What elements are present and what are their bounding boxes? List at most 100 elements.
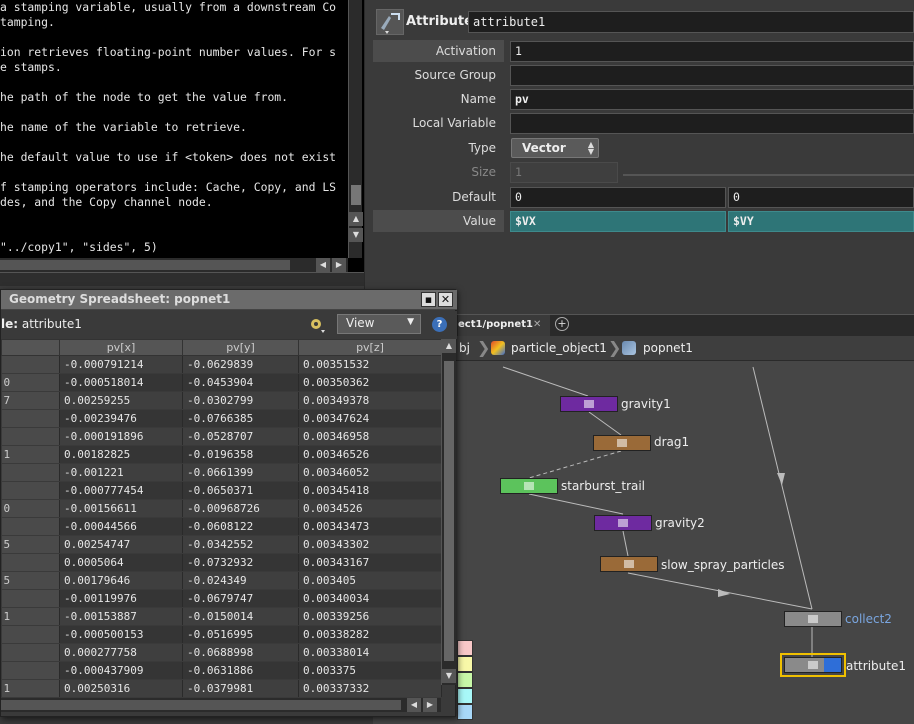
scroll-down-arrow-icon[interactable]: ▼: [442, 669, 456, 683]
row-index-cell[interactable]: [1, 589, 60, 608]
help-icon[interactable]: ?: [432, 317, 447, 332]
scroll-right-arrow-icon[interactable]: ▶: [423, 698, 437, 712]
cell-pv-x[interactable]: -0.000777454: [59, 481, 183, 500]
row-index-cell[interactable]: 5: [1, 535, 60, 554]
table-row[interactable]: -0.000437909 -0.0631886 0.003375: [1, 661, 442, 680]
spreadsheet-scroll-thumb[interactable]: [444, 361, 454, 661]
value-y-field[interactable]: $VY: [728, 211, 914, 232]
local-variable-field[interactable]: [510, 113, 914, 134]
help-horizontal-scrollbar[interactable]: ◀ ▶: [0, 258, 348, 272]
cell-pv-z[interactable]: 0.00349378: [298, 391, 442, 410]
cell-pv-x[interactable]: -0.001221: [59, 463, 183, 482]
cell-pv-z[interactable]: 0.00343167: [298, 553, 442, 572]
cell-pv-z[interactable]: 0.00345418: [298, 481, 442, 500]
view-menu-button[interactable]: View ▼: [337, 314, 421, 334]
cell-pv-z[interactable]: 0.00338014: [298, 643, 442, 662]
cell-pv-z[interactable]: 0.00343473: [298, 517, 442, 536]
cell-pv-z[interactable]: 0.00351532: [298, 355, 442, 374]
type-dropdown[interactable]: Vector ▲ ▼: [511, 138, 599, 158]
row-index-cell[interactable]: [1, 355, 60, 374]
cell-pv-x[interactable]: -0.000191896: [59, 427, 183, 446]
add-tab-icon[interactable]: +: [555, 317, 569, 331]
spreadsheet-horizontal-scrollbar[interactable]: ◀ ▶: [1, 698, 441, 712]
cell-pv-y[interactable]: -0.024349: [182, 571, 299, 590]
column-header[interactable]: pv[y]: [182, 339, 299, 356]
gear-icon[interactable]: [307, 316, 327, 334]
table-row[interactable]: 5 0.00254747 -0.0342552 0.00343302: [1, 535, 442, 554]
cell-pv-x[interactable]: -0.000791214: [59, 355, 183, 374]
table-row[interactable]: -0.001221 -0.0661399 0.00346052: [1, 463, 442, 482]
minimize-icon[interactable]: ▪: [421, 292, 436, 307]
node-gravity1[interactable]: [560, 396, 618, 412]
table-row[interactable]: 1 0.00250316 -0.0379981 0.00337332: [1, 679, 442, 698]
row-index-cell[interactable]: 1: [1, 679, 60, 698]
table-row[interactable]: 0 -0.00156611 -0.00968726 0.0034526: [1, 499, 442, 518]
table-row[interactable]: 0.000277758 -0.0688998 0.00338014: [1, 643, 442, 662]
cell-pv-y[interactable]: -0.0608122: [182, 517, 299, 536]
scroll-right-arrow-icon[interactable]: ▶: [332, 258, 346, 272]
cell-pv-x[interactable]: 0.00182825: [59, 445, 183, 464]
node-label[interactable]: drag1: [654, 435, 689, 449]
row-index-cell[interactable]: 1: [1, 607, 60, 626]
table-row[interactable]: -0.000500153 -0.0516995 0.00338282: [1, 625, 442, 644]
cell-pv-z[interactable]: 0.00346958: [298, 427, 442, 446]
row-index-cell[interactable]: 0: [1, 499, 60, 518]
scroll-left-arrow-icon[interactable]: ◀: [316, 258, 330, 272]
color-swatch[interactable]: [457, 672, 473, 688]
cell-pv-y[interactable]: -0.0766385: [182, 409, 299, 428]
cell-pv-y[interactable]: -0.0732932: [182, 553, 299, 572]
cell-pv-x[interactable]: -0.000500153: [59, 625, 183, 644]
scroll-up-arrow-icon[interactable]: ▲: [349, 212, 363, 226]
cell-pv-y[interactable]: -0.0150014: [182, 607, 299, 626]
cell-pv-y[interactable]: -0.0650371: [182, 481, 299, 500]
source-group-field[interactable]: [510, 65, 914, 86]
row-index-cell[interactable]: 0: [1, 373, 60, 392]
breadcrumb-item-obj[interactable]: bj: [459, 341, 470, 355]
cell-pv-x[interactable]: -0.000518014: [59, 373, 183, 392]
cell-pv-z[interactable]: 0.00337332: [298, 679, 442, 698]
row-index-cell[interactable]: [1, 481, 60, 500]
node-collect2[interactable]: [784, 611, 842, 627]
cell-pv-x[interactable]: 0.00179646: [59, 571, 183, 590]
node-starburst-trail[interactable]: [500, 478, 558, 494]
row-index-cell[interactable]: [1, 661, 60, 680]
cell-pv-x[interactable]: -0.00156611: [59, 499, 183, 518]
scroll-up-arrow-icon[interactable]: ▲: [442, 339, 456, 353]
node-label[interactable]: starburst_trail: [561, 479, 645, 493]
node-attribute1[interactable]: [780, 653, 846, 677]
close-icon[interactable]: ✕: [438, 292, 453, 307]
default-y-field[interactable]: 0: [728, 187, 914, 208]
help-vertical-scrollbar[interactable]: ▲ ▼: [348, 0, 363, 258]
table-row[interactable]: -0.000191896 -0.0528707 0.00346958: [1, 427, 442, 446]
cell-pv-x[interactable]: -0.00239476: [59, 409, 183, 428]
table-row[interactable]: 7 0.00259255 -0.0302799 0.00349378: [1, 391, 442, 410]
node-label[interactable]: gravity2: [655, 516, 705, 530]
cell-pv-y[interactable]: -0.0631886: [182, 661, 299, 680]
window-title[interactable]: Geometry Spreadsheet: popnet1: [1, 290, 457, 310]
cell-pv-y[interactable]: -0.0302799: [182, 391, 299, 410]
table-row[interactable]: -0.000791214 -0.0629839 0.00351532: [1, 355, 442, 374]
cell-pv-y[interactable]: -0.0196358: [182, 445, 299, 464]
cell-pv-y[interactable]: -0.0629839: [182, 355, 299, 374]
help-scroll-thumb[interactable]: [351, 185, 361, 205]
row-index-cell[interactable]: [1, 409, 60, 428]
row-index-cell[interactable]: [1, 517, 60, 536]
cell-pv-x[interactable]: -0.00119976: [59, 589, 183, 608]
size-slider[interactable]: [623, 174, 914, 176]
row-index-cell[interactable]: [1, 463, 60, 482]
node-label[interactable]: slow_spray_particles: [661, 558, 785, 572]
column-header[interactable]: pv[z]: [298, 339, 442, 356]
cell-pv-z[interactable]: 0.00347624: [298, 409, 442, 428]
row-index-cell[interactable]: 1: [1, 445, 60, 464]
cell-pv-z[interactable]: 0.00346052: [298, 463, 442, 482]
node-gravity2[interactable]: [594, 515, 652, 531]
color-swatch[interactable]: [457, 656, 473, 672]
cell-pv-x[interactable]: 0.0005064: [59, 553, 183, 572]
cell-pv-y[interactable]: -0.0379981: [182, 679, 299, 698]
cell-pv-x[interactable]: -0.000437909: [59, 661, 183, 680]
cell-pv-z[interactable]: 0.00338282: [298, 625, 442, 644]
row-index-cell[interactable]: [1, 625, 60, 644]
node-label[interactable]: collect2: [845, 612, 892, 626]
cell-pv-x[interactable]: 0.00254747: [59, 535, 183, 554]
table-row[interactable]: 0 -0.000518014 -0.0453904 0.00350362: [1, 373, 442, 392]
